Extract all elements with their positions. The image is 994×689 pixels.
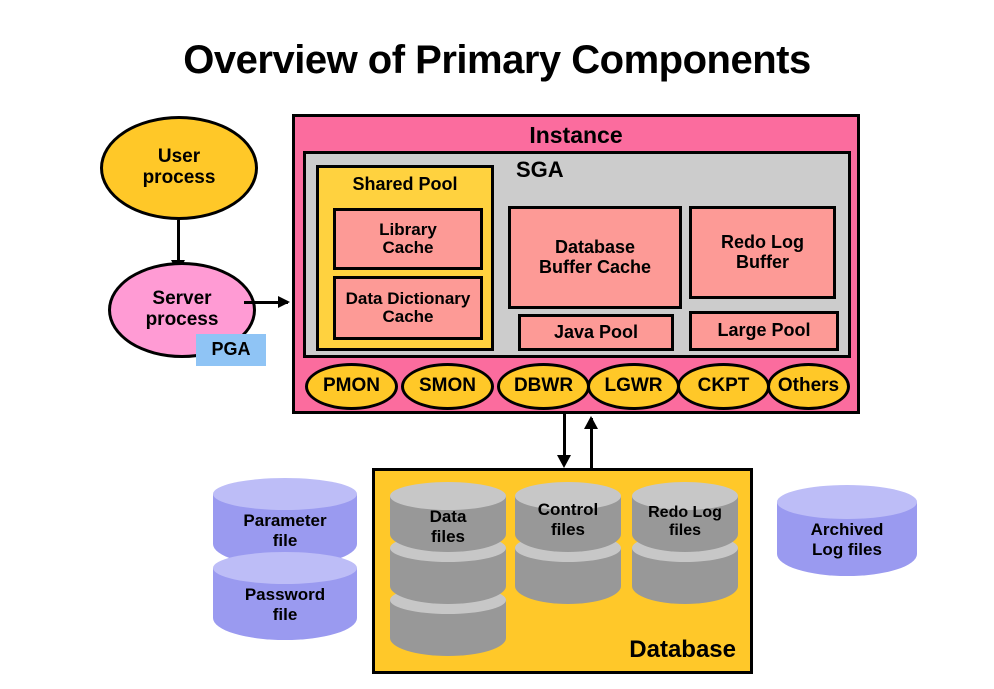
background-process-ckpt: CKPT	[677, 363, 770, 410]
data-dictionary-cache-label-line1: Data Dictionary	[345, 288, 471, 308]
archived-log-files-cylinder: Archived Log files	[777, 485, 917, 580]
user-process-label-line2: process	[142, 167, 216, 188]
arrow-db-to-instance-head	[584, 416, 598, 429]
background-process-pmon: PMON	[305, 363, 398, 410]
archived-log-files-label: Archived Log files	[777, 520, 917, 559]
arrow-instance-to-db-head	[557, 455, 571, 468]
redo-log-buffer-box: Redo Log Buffer	[689, 206, 836, 299]
java-pool-label: Java Pool	[553, 321, 639, 342]
background-process-lgwr: LGWR	[587, 363, 680, 410]
control-files-label-line2: files	[550, 519, 586, 539]
redo-log-files-label: Redo Log files	[632, 504, 738, 541]
instance-container: Instance SGA Shared Pool Library Cache D…	[292, 114, 860, 414]
database-label: Database	[629, 636, 736, 664]
background-process-pmon-label: PMON	[323, 375, 380, 397]
server-process-label-line2: process	[145, 309, 219, 330]
data-dictionary-cache-box: Data Dictionary Cache	[333, 276, 483, 340]
password-file-top	[213, 552, 357, 584]
shared-pool-label: Shared Pool	[352, 174, 458, 194]
background-process-ckpt-label: CKPT	[697, 375, 750, 397]
user-process-oval: User process	[100, 116, 258, 220]
data-dictionary-cache-label-line2: Cache	[382, 307, 434, 326]
archived-log-files-top	[777, 485, 917, 519]
library-cache-label-line2: Cache	[382, 238, 434, 257]
data-files-label-line2: files	[430, 526, 466, 546]
password-file-label: Password file	[213, 585, 357, 624]
background-process-others-label: Others	[777, 375, 840, 397]
control-files-disc-1: Control files	[515, 482, 621, 554]
data-files-label-line1: Data	[429, 507, 467, 526]
database-buffer-cache-label-line2: Buffer Cache	[538, 256, 652, 277]
database-buffer-cache-label-line1: Database	[554, 237, 636, 258]
data-files-label: Data files	[390, 507, 506, 546]
parameter-file-label: Parameter file	[213, 511, 357, 550]
password-file-label-line2: file	[272, 604, 298, 624]
page-title: Overview of Primary Components	[183, 38, 811, 82]
archived-log-files-label-line2: Log files	[812, 539, 882, 559]
sga-label: SGA	[516, 157, 564, 182]
redo-log-buffer-label-line2: Buffer	[736, 251, 789, 272]
password-file-cylinder: Password file	[213, 552, 357, 644]
large-pool-box: Large Pool	[689, 311, 839, 351]
parameter-file-label-line2: file	[272, 530, 298, 550]
background-process-dbwr: DBWR	[497, 363, 590, 410]
arrow-user-to-server-line	[177, 220, 180, 264]
background-process-row: PMON SMON DBWR LGWR CKPT Others	[303, 363, 851, 411]
database-buffer-cache-box: Database Buffer Cache	[508, 206, 682, 309]
password-file-label-line1: Password	[244, 585, 326, 604]
background-process-smon-label: SMON	[419, 375, 476, 397]
parameter-file-top	[213, 478, 357, 510]
sga-container: SGA Shared Pool Library Cache Data Dicti…	[303, 151, 851, 358]
redo-log-files-label-line2: files	[668, 522, 701, 540]
library-cache-label-line1: Library	[379, 219, 437, 239]
data-files-disc-1: Data files	[390, 482, 506, 554]
parameter-file-label-line1: Parameter	[243, 511, 327, 530]
arrow-instance-to-db-line	[563, 414, 566, 461]
diagram-canvas: Overview of Primary Components User proc…	[0, 0, 994, 689]
server-process-label-line1: Server	[152, 288, 212, 310]
background-process-smon: SMON	[401, 363, 494, 410]
background-process-lgwr-label: LGWR	[604, 375, 663, 397]
library-cache-box: Library Cache	[333, 208, 483, 270]
arrow-server-to-instance-head	[278, 296, 290, 308]
control-files-label-line1: Control	[537, 500, 599, 519]
pga-box: PGA	[196, 334, 266, 366]
redo-log-files-label-line1: Redo Log	[648, 504, 722, 521]
background-process-others: Others	[767, 363, 850, 410]
large-pool-label: Large Pool	[717, 320, 811, 341]
shared-pool-container: Shared Pool Library Cache Data Dictionar…	[316, 165, 494, 351]
redo-log-files-disc-1: Redo Log files	[632, 482, 738, 554]
background-process-dbwr-label: DBWR	[513, 375, 574, 397]
data-files-disc-1-top	[390, 482, 506, 510]
user-process-label-line1: User	[157, 146, 201, 168]
java-pool-box: Java Pool	[518, 314, 674, 351]
archived-log-files-label-line1: Archived	[810, 520, 884, 539]
control-files-label: Control files	[515, 500, 621, 539]
redo-log-buffer-label-line1: Redo Log	[721, 232, 804, 253]
instance-label: Instance	[529, 122, 623, 148]
